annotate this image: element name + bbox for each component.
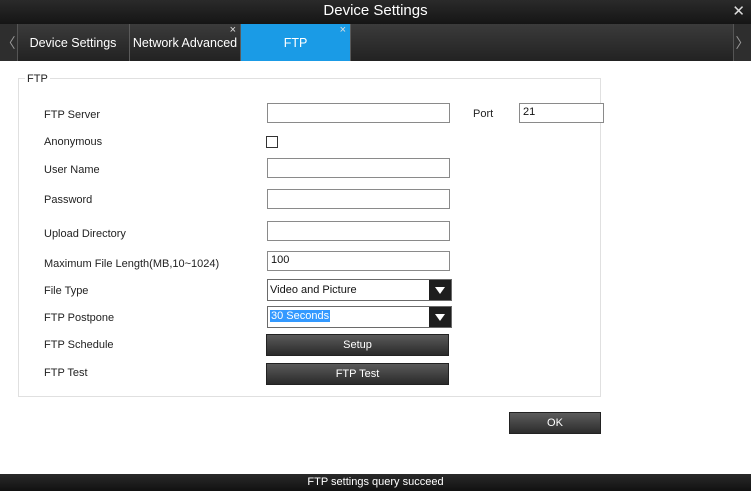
tab-label: Network Advanced: [132, 35, 238, 50]
tab-label: Device Settings: [29, 35, 117, 50]
close-icon[interactable]: ✕: [732, 2, 745, 20]
tab-network-advanced[interactable]: Network Advanced ×: [130, 24, 241, 61]
status-bar: FTP settings query succeed: [0, 474, 751, 491]
max-file-length-input[interactable]: 100: [267, 251, 450, 271]
port-input[interactable]: 21: [519, 103, 604, 123]
max-file-length-label: Maximum File Length(MB,10~1024): [44, 258, 220, 270]
username-input[interactable]: [267, 158, 450, 178]
file-type-label: File Type: [44, 285, 89, 297]
tab-label: FTP: [283, 35, 308, 50]
ftp-test-label: FTP Test: [44, 367, 88, 379]
group-title: FTP: [25, 73, 50, 85]
file-type-select[interactable]: Video and Picture: [267, 279, 452, 301]
ftp-test-button[interactable]: FTP Test: [266, 363, 449, 385]
tab-close-icon[interactable]: ×: [340, 24, 346, 36]
ftp-postpone-label: FTP Postpone: [44, 312, 115, 324]
schedule-setup-button[interactable]: Setup: [266, 334, 449, 356]
title-bar: Device Settings ✕: [0, 0, 751, 24]
password-input[interactable]: [267, 189, 450, 209]
ftp-server-input[interactable]: [267, 103, 450, 123]
tab-bar: 〈 Device Settings Network Advanced × FTP…: [0, 24, 751, 61]
ftp-postpone-value: 30 Seconds: [270, 310, 331, 322]
ftp-server-label: FTP Server: [44, 109, 101, 121]
upload-directory-label: Upload Directory: [44, 228, 126, 240]
chevron-down-icon[interactable]: [429, 280, 451, 300]
tab-device-settings[interactable]: Device Settings: [17, 24, 130, 61]
password-label: Password: [44, 194, 93, 206]
tab-scroll-left-icon[interactable]: 〈: [0, 24, 18, 61]
upload-directory-input[interactable]: [267, 221, 450, 241]
chevron-down-icon[interactable]: [429, 307, 451, 327]
ok-button[interactable]: OK: [509, 412, 601, 434]
tab-ftp[interactable]: FTP ×: [241, 24, 351, 61]
window-title: Device Settings: [323, 2, 428, 19]
anonymous-checkbox[interactable]: [266, 136, 278, 148]
file-type-value: Video and Picture: [270, 284, 357, 296]
ftp-postpone-select[interactable]: 30 Seconds: [267, 306, 452, 328]
ftp-schedule-label: FTP Schedule: [44, 339, 114, 351]
username-label: User Name: [44, 164, 100, 176]
tab-scroll-right-icon[interactable]: 〉: [733, 24, 751, 61]
port-label: Port: [473, 108, 494, 120]
anonymous-label: Anonymous: [44, 136, 103, 148]
tab-close-icon[interactable]: ×: [230, 24, 236, 36]
